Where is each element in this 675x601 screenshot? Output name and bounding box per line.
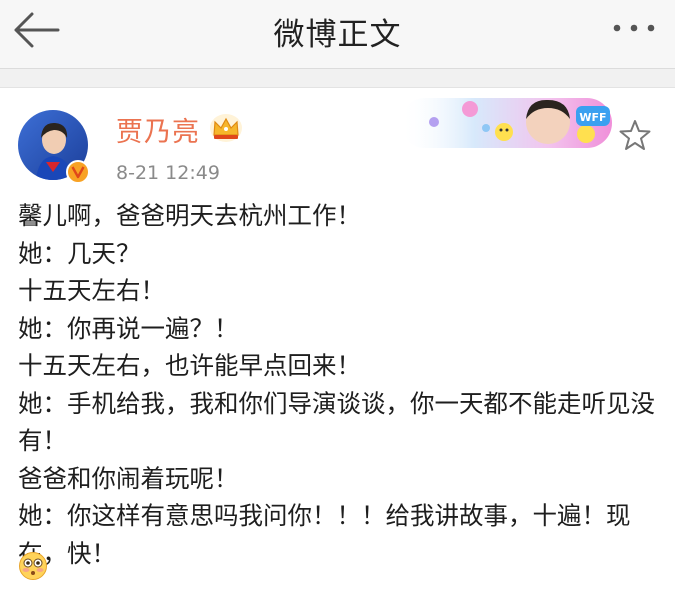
post-line: 十五天左右，也许能早点回来！ xyxy=(18,351,361,380)
favorite-star-button[interactable] xyxy=(618,118,652,152)
flushed-face-icon xyxy=(19,552,47,580)
author-name[interactable]: 贾乃亮 xyxy=(116,110,200,149)
post-line: 爸爸和你闹着玩呢！ xyxy=(18,463,239,493)
post-line: 她：手机给我，我和你们导演谈谈，你一天都不能走听见没有！ xyxy=(18,388,655,456)
banner-label: WFF xyxy=(579,111,606,124)
post-line: 十五天左右！ xyxy=(18,276,165,305)
verified-v-icon xyxy=(66,160,90,184)
page-title: 微博正文 xyxy=(273,17,402,53)
post-line: 她：几天？ xyxy=(18,238,141,268)
post-content: 馨儿啊，爸爸明天去杭州工作！ 她：几天？ 十五天左右！ 她：你再说一遍？！ 十五… xyxy=(18,197,658,572)
decorative-banner: WFF xyxy=(400,92,622,154)
crown-icon xyxy=(210,114,242,142)
post-line: 馨儿啊，爸爸明天去杭州工作！ xyxy=(18,201,361,230)
star-outline-icon xyxy=(619,120,651,150)
post-line: 她：你这样有意思吗我问你！！！给我讲故事，十遍！现在，快！ xyxy=(18,501,631,568)
more-dots-icon xyxy=(613,24,655,32)
post-timestamp: 8-21 12:49 xyxy=(116,162,220,184)
top-navigation-bar: 微博正文 xyxy=(0,0,675,69)
more-options-button[interactable] xyxy=(611,18,657,38)
section-divider xyxy=(0,69,675,88)
post-line: 她：你再说一遍？！ xyxy=(18,313,239,343)
